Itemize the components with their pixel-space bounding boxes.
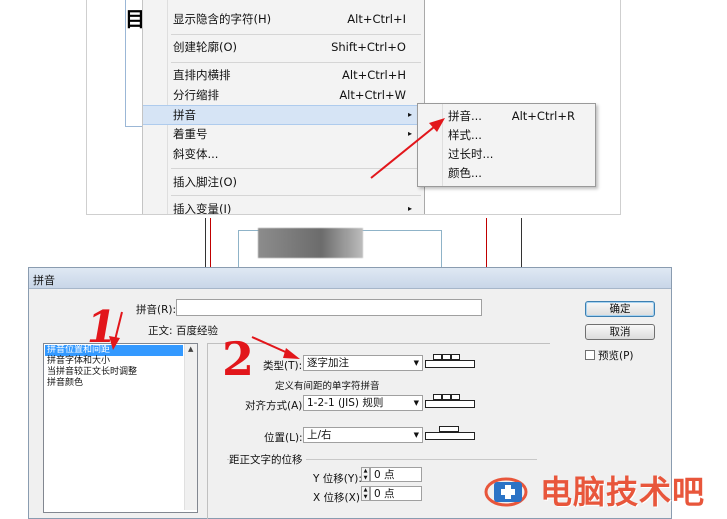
watermark-logo-icon <box>484 477 528 507</box>
annotation-arrows-dialog <box>109 311 300 359</box>
arrow-head <box>109 336 120 350</box>
arrow-line <box>251 336 291 355</box>
arrow-head <box>283 348 300 359</box>
arrow-line <box>114 311 123 341</box>
watermark-text: 电脑技术吧 <box>540 473 706 511</box>
